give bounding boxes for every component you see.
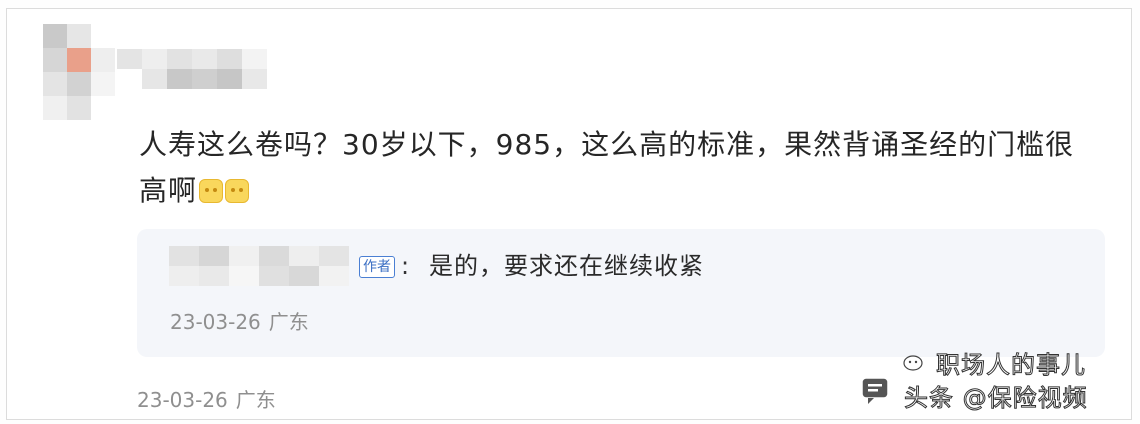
laugh-emoji-icon: [225, 179, 250, 203]
comment-location: 广东: [235, 388, 276, 412]
comment-date: 23-03-26: [137, 388, 228, 412]
avatar-blurred[interactable]: [43, 24, 115, 120]
reply-username-blurred[interactable]: [169, 246, 349, 286]
reply-date: 23-03-26: [170, 310, 261, 334]
comment-meta: 23-03-26 广东: [137, 385, 276, 415]
comment-body: 人寿这么卷吗？30岁以下，985，这么高的标准，果然背诵圣经的门槛很高啊: [139, 122, 1099, 214]
author-reply: 作者 : 是的，要求还在继续收紧 23-03-26 广东: [137, 229, 1105, 357]
laugh-emoji-icon: [199, 179, 224, 203]
toutiao-logo-icon: [861, 377, 889, 404]
watermark-source: 头条 @保险视频: [904, 384, 1088, 413]
reply-meta: 23-03-26 广东: [170, 307, 309, 337]
reply-location: 广东: [268, 310, 309, 334]
username-blurred[interactable]: [117, 49, 267, 89]
comment-text: 人寿这么卷吗？30岁以下，985，这么高的标准，果然背诵圣经的门槛很高啊: [139, 128, 1075, 207]
wechat-logo-icon: [903, 355, 923, 371]
reply-colon: :: [401, 252, 410, 280]
watermark-account: 职场人的事儿: [936, 351, 1086, 380]
author-badge: 作者: [359, 256, 395, 278]
reply-text: 是的，要求还在继续收紧: [429, 252, 704, 280]
